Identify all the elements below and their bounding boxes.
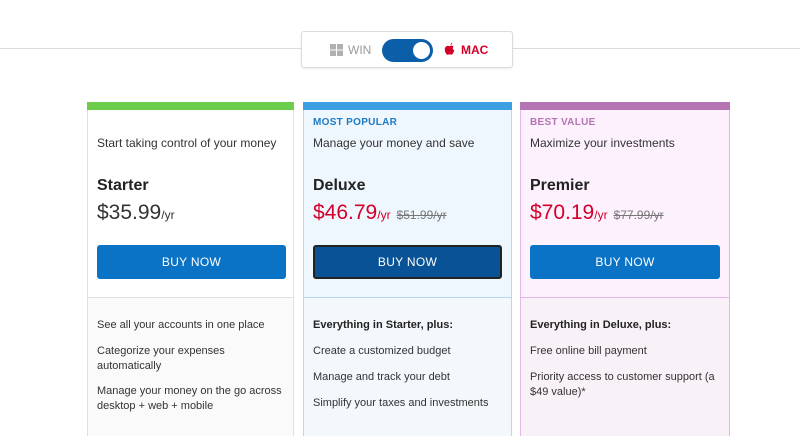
best-value-badge: BEST VALUE (530, 117, 596, 128)
feature-item: Manage your money on the go across deskt… (97, 385, 282, 412)
most-popular-badge: MOST POPULAR (313, 117, 398, 128)
plan-features: See all your accounts in one place Categ… (88, 297, 293, 436)
original-price: $51.99/yr (396, 208, 447, 222)
feature-item: Priority access to customer support (a $… (530, 371, 715, 398)
plan-features: Everything in Starter, plus: Create a cu… (304, 297, 511, 436)
os-switch[interactable] (382, 39, 433, 62)
windows-icon[interactable] (330, 44, 343, 56)
plan-price: $70.19/yr $77.99/yr (530, 201, 664, 225)
plan-name: Deluxe (313, 177, 366, 194)
price-period: /yr (377, 208, 391, 222)
mac-label[interactable]: MAC (461, 43, 488, 57)
plan-features: Everything in Deluxe, plus: Free online … (521, 297, 729, 436)
price-period: /yr (594, 208, 608, 222)
price-period: /yr (161, 208, 175, 222)
feature-item: Create a customized budget (313, 345, 451, 357)
feature-item: Manage and track your debt (313, 371, 450, 383)
price-amount: $35.99 (97, 201, 162, 224)
buy-now-button-deluxe[interactable]: BUY NOW (313, 245, 502, 279)
plan-card-deluxe: MOST POPULAR Manage your money and save … (303, 102, 512, 436)
plan-tagline: Start taking control of your money (97, 136, 277, 150)
feature-item: See all your accounts in one place (97, 319, 265, 331)
plan-accent-bar (303, 102, 512, 110)
plan-accent-bar (87, 102, 294, 110)
win-label[interactable]: WIN (348, 43, 371, 57)
plan-tagline: Maximize your investments (530, 136, 675, 150)
feature-item: Categorize your expenses automatically (97, 345, 225, 372)
price-amount: $70.19 (530, 201, 595, 224)
apple-icon[interactable] (444, 42, 456, 56)
plan-name: Premier (530, 177, 590, 194)
buy-now-button-premier[interactable]: BUY NOW (530, 245, 720, 279)
plan-card-starter: Start taking control of your money Start… (87, 102, 294, 436)
plan-card-premier: BEST VALUE Maximize your investments Pre… (520, 102, 730, 436)
price-amount: $46.79 (313, 201, 378, 224)
plan-tagline: Manage your money and save (313, 136, 475, 150)
feature-item: Simplify your taxes and investments (313, 397, 489, 409)
divider-line-left (0, 48, 301, 49)
features-heading: Everything in Deluxe, plus: (530, 319, 672, 331)
plan-price: $46.79/yr $51.99/yr (313, 201, 447, 225)
divider-line-right (513, 48, 800, 49)
plan-accent-bar (520, 102, 730, 110)
features-heading: Everything in Starter, plus: (313, 319, 453, 331)
plan-price: $35.99/yr (97, 201, 175, 225)
plan-name: Starter (97, 177, 149, 194)
original-price: $77.99/yr (613, 208, 664, 222)
buy-now-button-starter[interactable]: BUY NOW (97, 245, 286, 279)
feature-item: Free online bill payment (530, 345, 647, 357)
os-toggle: WIN MAC (301, 31, 513, 68)
switch-knob (413, 42, 430, 59)
